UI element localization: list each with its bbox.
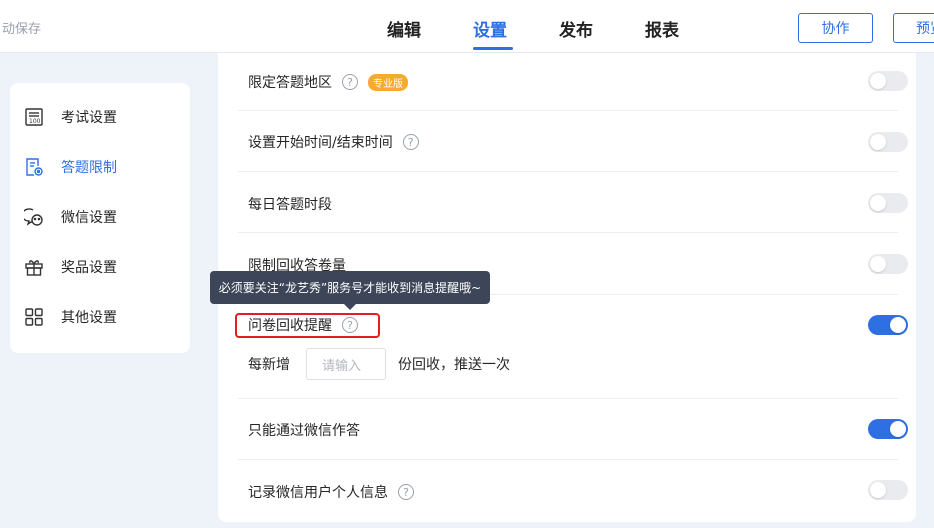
tab-publish[interactable]: 发布	[559, 16, 593, 41]
setting-row-region: 限定答题地区 ? 专业版	[238, 53, 908, 111]
setting-label: 只能通过微信作答	[248, 423, 360, 439]
reminder-toggle[interactable]	[868, 315, 908, 335]
toggle-knob	[870, 482, 886, 498]
setting-label: 限定答题地区	[248, 75, 332, 91]
grid-icon	[25, 308, 43, 326]
settings-sidebar: 100 考试设置 答题限制 微信设置 奖品设置 其他设置	[10, 83, 190, 353]
sidebar-item-label: 微信设置	[61, 210, 117, 226]
setting-row-time-range: 设置开始时间/结束时间 ?	[238, 111, 908, 172]
setting-row-daily-period: 每日答题时段	[238, 172, 908, 233]
help-icon[interactable]: ?	[402, 134, 419, 150]
setting-row-wechat-only: 只能通过微信作答	[238, 399, 908, 460]
region-toggle[interactable]	[868, 71, 908, 91]
toggle-knob	[870, 73, 886, 89]
collab-button[interactable]: 协作	[798, 13, 873, 43]
toggle-knob	[870, 256, 886, 272]
setting-row-wechat-info: 记录微信用户个人信息 ?	[238, 460, 908, 522]
tooltip-arrow	[344, 304, 356, 310]
gift-icon	[25, 260, 43, 276]
reminder-count-input[interactable]: 请输入	[306, 348, 386, 380]
reminder-config: 每新增 请输入 份回收，推送一次	[248, 348, 510, 380]
sidebar-item-exam[interactable]: 100 考试设置	[24, 105, 117, 129]
wechat-only-toggle[interactable]	[868, 419, 908, 439]
setting-label: 记录微信用户个人信息	[248, 485, 388, 501]
answer-limit-icon	[26, 158, 43, 176]
setting-label: 设置开始时间/结束时间	[248, 135, 393, 151]
tab-edit[interactable]: 编辑	[387, 16, 421, 41]
sidebar-item-label: 考试设置	[61, 110, 117, 126]
preview-button[interactable]: 预览	[893, 13, 934, 43]
top-bar: 动保存 编辑 设置 发布 报表 协作 预览	[0, 0, 934, 53]
setting-label: 每日答题时段	[248, 197, 332, 213]
reminder-suffix: 份回收，推送一次	[398, 357, 510, 373]
sidebar-item-wechat[interactable]: 微信设置	[24, 205, 117, 229]
sidebar-item-other[interactable]: 其他设置	[24, 305, 117, 329]
tab-report[interactable]: 报表	[645, 16, 679, 41]
active-tab-indicator	[473, 47, 513, 50]
daily-period-toggle[interactable]	[868, 193, 908, 213]
pro-badge: 专业版	[368, 73, 408, 91]
wechat-icon	[24, 208, 43, 226]
help-icon[interactable]: ?	[398, 484, 414, 500]
sidebar-item-label: 其他设置	[61, 310, 117, 326]
autosave-status: 动保存	[2, 22, 42, 37]
help-tooltip: 必须要关注“龙艺秀”服务号才能收到消息提醒哦~	[210, 271, 490, 304]
wechat-info-toggle[interactable]	[868, 480, 908, 500]
setting-row-reminder: 问卷回收提醒 ?	[238, 295, 908, 399]
tab-settings[interactable]: 设置	[473, 16, 507, 41]
sidebar-item-label: 答题限制	[61, 160, 117, 176]
help-icon[interactable]: ?	[342, 74, 358, 90]
exam-icon: 100	[25, 108, 43, 126]
response-limit-toggle[interactable]	[868, 254, 908, 274]
toggle-knob	[870, 195, 886, 211]
sidebar-item-label: 奖品设置	[61, 260, 117, 276]
svg-text:100: 100	[29, 118, 41, 125]
sidebar-item-prize[interactable]: 奖品设置	[24, 255, 117, 279]
toggle-knob	[890, 317, 906, 333]
reminder-prefix: 每新增	[248, 357, 290, 373]
toggle-knob	[890, 421, 906, 437]
toggle-knob	[870, 134, 886, 150]
time-range-toggle[interactable]	[868, 132, 908, 152]
highlight-box	[235, 313, 380, 338]
sidebar-item-answer-limit[interactable]: 答题限制	[24, 155, 117, 179]
